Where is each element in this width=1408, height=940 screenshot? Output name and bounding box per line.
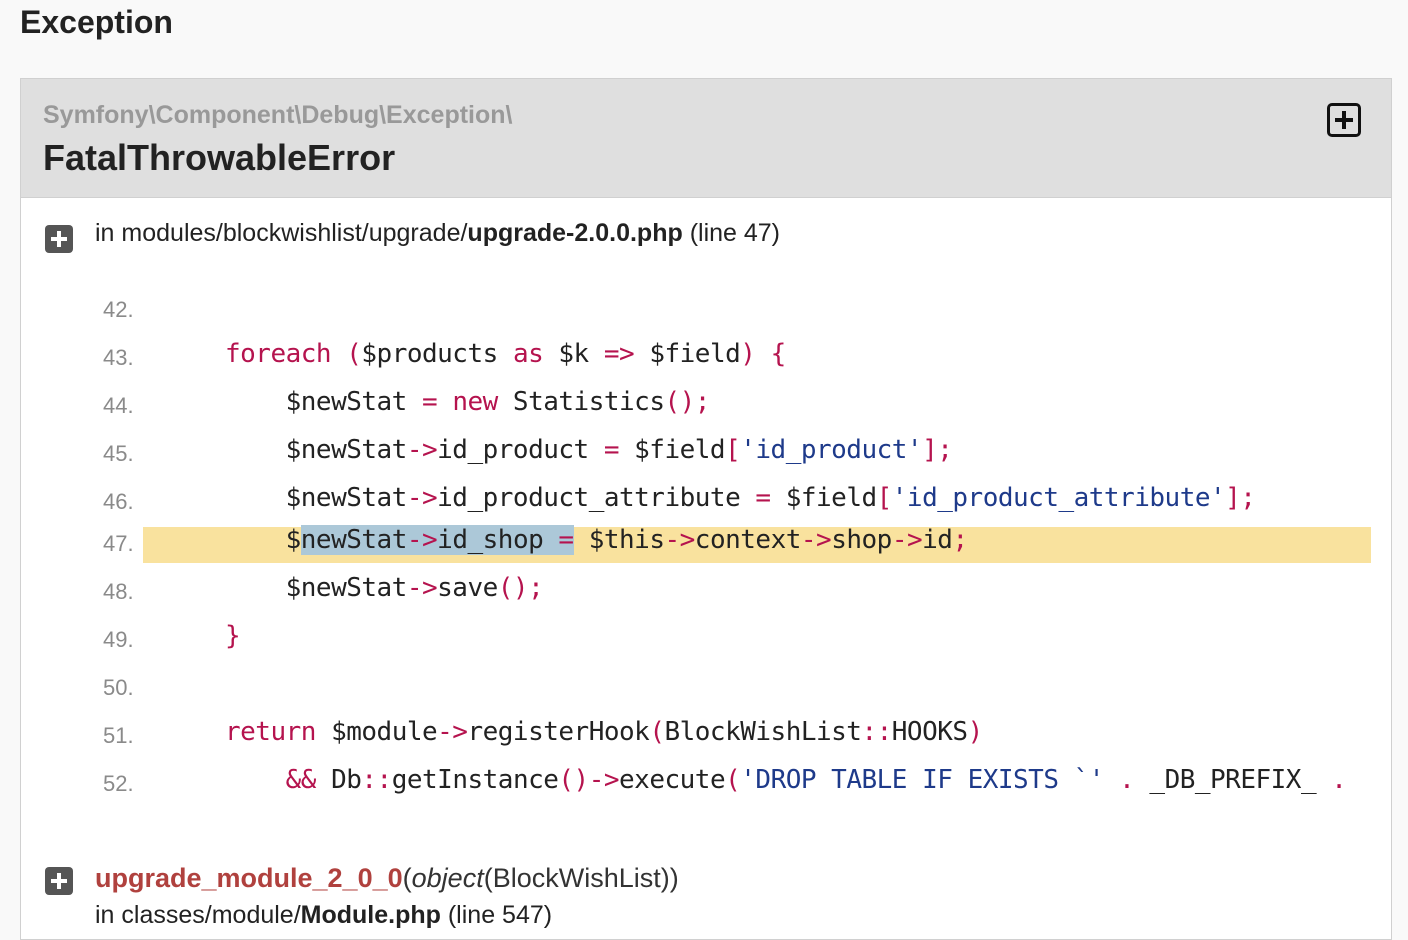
line-number: 44. [103,393,134,418]
frame-args-open: ( [402,863,412,893]
line-number: 48. [103,579,134,604]
frame-args-type: object [411,863,484,893]
code-line: 43. foreach ($products as $k => $field) … [103,337,1371,377]
line-number: 51. [103,723,134,748]
line-source: $newStat->save(); [225,573,544,603]
line-number: 47. [103,531,134,556]
code-line-highlighted: 47. $newStat->id_shop = $this->context->… [103,523,1371,563]
line-source: $newStat->id_product = $field['id_produc… [225,435,953,465]
frame-location-file: Module.php [300,901,441,929]
line-number: 42. [103,297,134,322]
stack-frame-title: upgrade_module_2_0_0(object(BlockWishLis… [95,863,679,894]
code-line: 51. return $module->registerHook(BlockWi… [103,715,1371,755]
line-number: 46. [103,489,134,514]
trace-location: in modules/blockwishlist/upgrade/upgrade… [95,219,780,248]
code-line: 49. } [103,619,1371,659]
code-line: 52. && Db::getInstance()->execute('DROP … [103,763,1371,803]
page-title: Exception [20,4,173,40]
trace-location-file: upgrade-2.0.0.php [467,219,683,247]
line-number: 43. [103,345,134,370]
line-source: foreach ($products as $k => $field) { [225,339,786,369]
line-number: 50. [103,675,134,700]
line-number: 49. [103,627,134,652]
trace-location-prefix: in modules/blockwishlist/upgrade/ [95,219,468,247]
line-source: && Db::getInstance()->execute('DROP TABL… [285,765,1347,795]
frame-args: (object(BlockWishList)) [403,863,679,893]
frame-location-prefix: in classes/module/ [95,901,301,929]
code-line: 44. $newStat = new Statistics(); [103,385,1371,425]
exception-header: Symfony\Component\Debug\Exception\ Fatal… [21,79,1391,198]
toggle-frame-icon[interactable] [45,225,73,253]
frame-args-value: (BlockWishList)) [483,863,679,893]
expand-all-icon[interactable] [1327,103,1361,137]
frame-location-line: (line 547) [447,901,553,929]
toggle-frame-icon[interactable] [45,867,73,895]
code-line: 48. $newStat->save(); [103,571,1371,611]
line-number: 45. [103,441,134,466]
line-source: } [225,621,241,651]
frame-function: upgrade_module_2_0_0 [95,863,403,893]
exception-namespace: Symfony\Component\Debug\Exception\ [43,101,513,129]
line-source: $newStat->id_product_attribute = $field[… [225,483,1256,513]
code-line: 45. $newStat->id_product = $field['id_pr… [103,433,1371,473]
line-number: 52. [103,771,134,796]
exception-card: Symfony\Component\Debug\Exception\ Fatal… [20,78,1392,940]
line-source: $newStat->id_shop = $this->context->shop… [225,525,968,555]
code-line: 46. $newStat->id_product_attribute = $fi… [103,481,1371,521]
trace-location-line: (line 47) [689,219,781,247]
code-line: 42. [103,289,1371,329]
line-source: return $module->registerHook(BlockWishLi… [225,717,983,747]
exception-class: FatalThrowableError [43,137,396,178]
code-line: 50. [103,667,1371,707]
line-source: $newStat = new Statistics(); [225,387,711,417]
